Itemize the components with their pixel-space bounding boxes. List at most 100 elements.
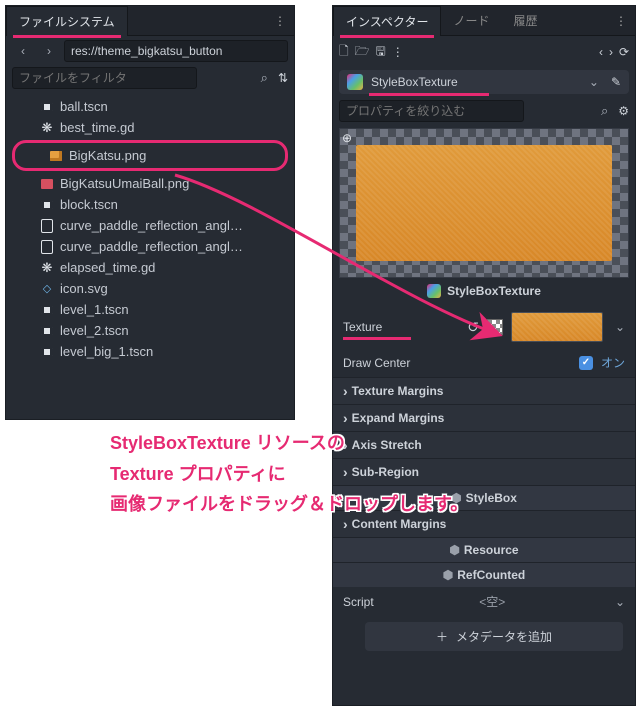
tab-inspector-label: インスペクター: [346, 15, 428, 29]
search-icon: ⌕: [261, 70, 268, 86]
revert-icon[interactable]: ↺: [467, 319, 479, 336]
docs-link-icon[interactable]: ✎: [611, 75, 621, 89]
file-tree[interactable]: ball.tscn ❋ best_time.gd BigKatsu.png BigKat…: [6, 94, 294, 419]
tab-node[interactable]: ノード: [441, 6, 501, 35]
filesystem-panel: ファイルシステム ⋮ ‹ › res://theme_bigkatsu_butt…: [5, 5, 295, 420]
section-label: Texture Margins: [352, 384, 444, 398]
property-texture-label: Texture: [343, 320, 459, 334]
file-name: BigKatsuUmaiBall.png: [60, 176, 189, 191]
docs-icon[interactable]: ⟳: [619, 45, 629, 59]
nav-forward-icon[interactable]: ›: [38, 40, 60, 62]
new-resource-icon[interactable]: 🗋: [339, 42, 349, 63]
save-icon[interactable]: 🖫: [376, 42, 386, 63]
filesystem-tabs: ファイルシステム ⋮: [6, 6, 294, 36]
annotation-underline: [343, 337, 411, 340]
scene-icon: [40, 324, 54, 338]
section-refcounted[interactable]: ⬢RefCounted: [333, 562, 635, 587]
texture-slot[interactable]: [511, 312, 603, 342]
history-back-icon[interactable]: ‹: [599, 45, 603, 59]
filter-input[interactable]: [12, 67, 197, 89]
section-expand-margins[interactable]: Expand Margins: [333, 404, 635, 431]
property-draw-center-label: Draw Center: [343, 356, 410, 370]
file-item[interactable]: BigKatsuUmaiBall.png: [6, 173, 294, 194]
chevron-right-icon: [343, 410, 348, 426]
file-item[interactable]: curve_paddle_reflection_angl…: [6, 215, 294, 236]
cube-icon: ⬢: [449, 543, 459, 557]
scene-icon: [40, 100, 54, 114]
add-metadata-label: メタデータを追加: [456, 628, 552, 645]
file-name: curve_paddle_reflection_angl…: [60, 218, 243, 233]
file-name: curve_paddle_reflection_angl…: [60, 239, 243, 254]
file-name: block.tscn: [60, 197, 118, 212]
file-item[interactable]: ◇icon.svg: [6, 278, 294, 299]
annotation-underline: [340, 35, 434, 38]
file-item[interactable]: ball.tscn: [6, 96, 294, 117]
tab-filesystem[interactable]: ファイルシステム: [6, 6, 128, 36]
chevron-down-icon[interactable]: ⌄: [615, 320, 625, 334]
section-resource[interactable]: ⬢ Resource: [333, 537, 635, 562]
preview-caption-text: StyleBoxTexture: [447, 284, 541, 298]
nav-back-icon[interactable]: ‹: [12, 40, 34, 62]
property-texture-row: Texture ↺ ⌄: [333, 306, 635, 348]
history-forward-icon[interactable]: ›: [609, 45, 613, 59]
plus-icon: ＋: [436, 628, 448, 645]
file-item[interactable]: block.tscn: [6, 194, 294, 215]
section-texture-margins[interactable]: Texture Margins: [333, 377, 635, 404]
file-item[interactable]: BigKatsu.png: [12, 140, 288, 171]
file-item[interactable]: curve_paddle_reflection_angl…: [6, 236, 294, 257]
file-name: BigKatsu.png: [69, 148, 146, 163]
path-input[interactable]: res://theme_bigkatsu_button: [64, 40, 288, 62]
annotation-text: StyleBoxTexture リソースの Texture プロパティに 画像フ…: [110, 428, 468, 520]
property-script-label: Script: [343, 595, 374, 609]
property-filter-input[interactable]: [339, 100, 524, 122]
texture-preview[interactable]: ⊕: [339, 128, 629, 278]
more-icon[interactable]: ⋮: [615, 14, 627, 28]
chevron-right-icon: [343, 383, 348, 399]
file-item[interactable]: level_1.tscn: [6, 299, 294, 320]
section-label: Expand Margins: [352, 411, 445, 425]
file-name: ball.tscn: [60, 99, 108, 114]
scene-icon: [40, 345, 54, 359]
tab-filesystem-label: ファイルシステム: [19, 15, 115, 29]
gear-icon: ❋: [40, 121, 54, 135]
image-icon: [40, 177, 54, 191]
tab-history[interactable]: 履歴: [501, 6, 549, 35]
property-filter-row: ⌕ ⚙: [333, 98, 635, 128]
annotation-underline: [369, 93, 489, 96]
property-script-value[interactable]: <空>: [382, 593, 603, 610]
file-item[interactable]: level_2.tscn: [6, 320, 294, 341]
file-name: elapsed_time.gd: [60, 260, 155, 275]
property-script-row: Script <空> ⌄: [333, 587, 635, 616]
section-label: StyleBox: [466, 491, 517, 505]
filesystem-toolbar: ‹ › res://theme_bigkatsu_button: [6, 36, 294, 66]
more-icon[interactable]: ⋮: [274, 14, 286, 28]
resource-selector[interactable]: StyleBoxTexture ⌄ ✎: [339, 70, 629, 94]
script-icon: [40, 219, 54, 233]
file-name: level_1.tscn: [60, 302, 129, 317]
inspector-panel: インスペクター ノード 履歴 ⋮ 🗋 🗁 🖫 ⋮ ‹ › ⟳ StyleBoxT…: [332, 5, 636, 706]
search-icon: ⌕: [601, 103, 608, 119]
draw-center-checkbox[interactable]: ✓: [579, 356, 593, 370]
chevron-down-icon[interactable]: ⌄: [615, 595, 625, 609]
alpha-icon[interactable]: [487, 319, 503, 335]
more-icon[interactable]: ⋮: [392, 45, 404, 59]
inspector-toolbar: 🗋 🗁 🖫 ⋮ ‹ › ⟳: [333, 36, 635, 68]
resource-icon: [347, 74, 363, 90]
file-item[interactable]: ❋elapsed_time.gd: [6, 257, 294, 278]
resource-name: StyleBoxTexture: [371, 75, 581, 89]
add-metadata-button[interactable]: ＋ メタデータを追加: [365, 622, 623, 651]
file-item[interactable]: level_big_1.tscn: [6, 341, 294, 362]
sort-icon[interactable]: ⇅: [278, 71, 288, 85]
settings-icon[interactable]: ⚙: [618, 104, 629, 118]
section-label: Resource: [464, 543, 519, 557]
file-item[interactable]: ❋ best_time.gd: [6, 117, 294, 138]
preview-caption: StyleBoxTexture: [333, 280, 635, 306]
resource-icon: [427, 284, 441, 298]
file-name: best_time.gd: [60, 120, 134, 135]
tab-inspector[interactable]: インスペクター: [333, 6, 441, 36]
open-icon[interactable]: 🗁: [355, 42, 370, 63]
cube-icon: ⬢: [443, 568, 453, 582]
property-draw-center-row: Draw Center ✓ オン: [333, 348, 635, 377]
annotation-underline: [13, 35, 121, 38]
file-name: icon.svg: [60, 281, 108, 296]
